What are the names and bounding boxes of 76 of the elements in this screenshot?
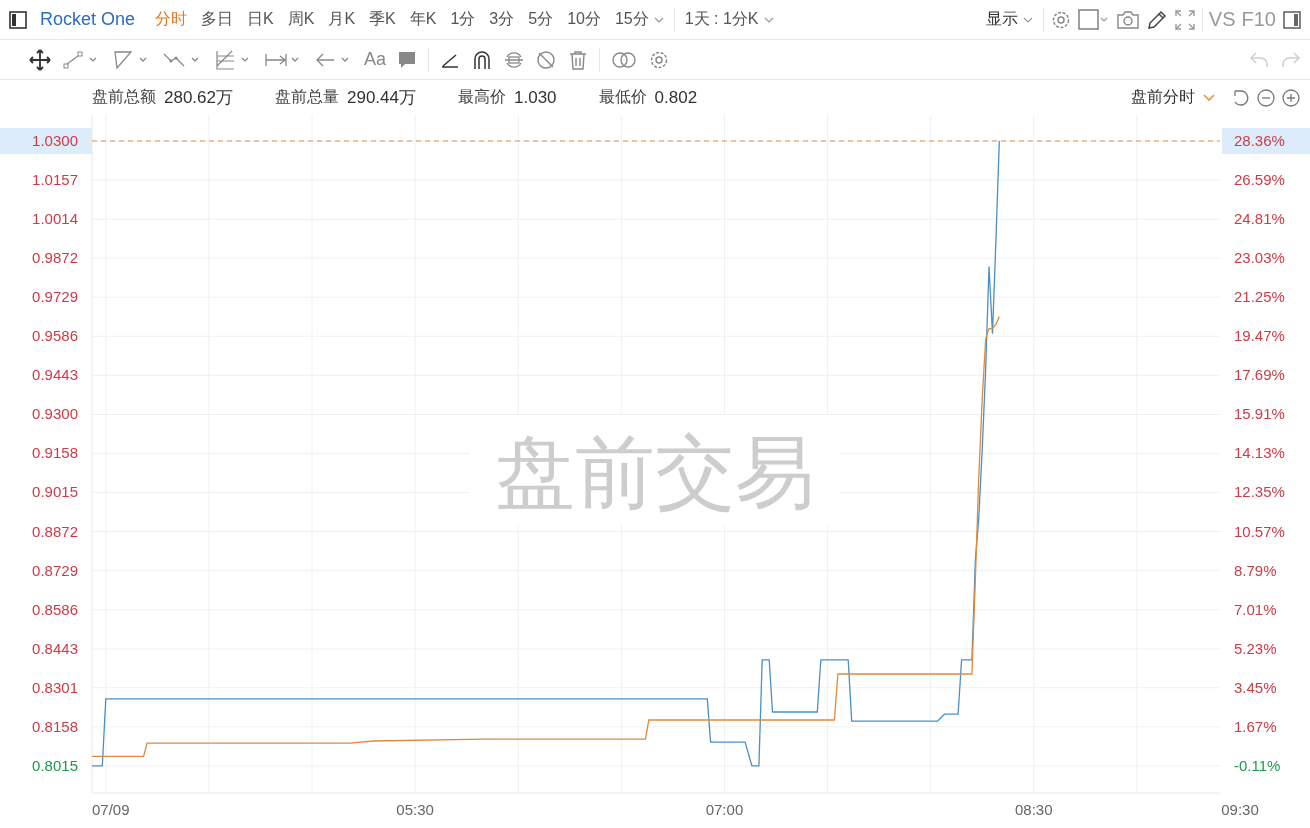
price-axis-label: 0.9729 (32, 288, 78, 306)
percent-axis-label: 10.57% (1234, 522, 1285, 540)
text-tool[interactable]: Aa (364, 49, 387, 70)
symbol-name[interactable]: Rocket One (40, 9, 136, 30)
caret-icon (763, 15, 774, 24)
percent-axis-label: 5.23% (1234, 639, 1277, 657)
price-axis-label: 0.9300 (32, 405, 78, 423)
percent-axis-label: 21.25% (1234, 288, 1285, 306)
period-tab[interactable]: 3分 (485, 9, 519, 30)
period-tab[interactable]: 月K (324, 9, 360, 30)
period-tab[interactable]: 日K (243, 9, 278, 30)
price-axis-label: 0.8158 (32, 717, 78, 735)
period-tab[interactable]: 1分 (446, 9, 480, 30)
price-axis-label: 0.9158 (32, 444, 78, 462)
panel-toggle-icon[interactable] (8, 9, 28, 30)
percent-axis-label: 12.35% (1234, 483, 1285, 501)
stat-label: 盘前总额 (92, 87, 156, 107)
percent-axis-label: 26.59% (1234, 171, 1285, 189)
caret-icon (1022, 15, 1033, 24)
period-tab[interactable]: 5分 (524, 9, 558, 30)
move-icon[interactable] (28, 47, 52, 72)
stat-value: 290.44万 (347, 87, 416, 109)
chart-mode-dropdown[interactable]: 盘前分时 (1125, 86, 1221, 109)
percent-axis-label: 8.79% (1234, 561, 1277, 579)
time-axis-label: 08:30 (1015, 801, 1053, 818)
percent-axis-label: 19.47% (1234, 327, 1285, 345)
price-axis-label: 1.0157 (32, 171, 78, 189)
panel-toggle-icon[interactable] (1282, 9, 1302, 30)
price-axis-label: 1.0300 (32, 132, 78, 149)
percent-axis-label: 23.03% (1234, 249, 1285, 267)
caret-icon (1203, 93, 1215, 102)
percent-axis-label: 28.36% (1234, 132, 1285, 149)
time-axis-label: 05:30 (396, 801, 434, 818)
period-tab[interactable]: 10分 (563, 9, 605, 30)
stat-label: 最高价 (458, 87, 506, 107)
fullscreen-icon[interactable] (1173, 8, 1196, 31)
percent-axis-label: 15.91% (1234, 405, 1285, 423)
price-axis-label: 0.9443 (32, 366, 78, 384)
pencil-icon[interactable] (1145, 8, 1168, 31)
price-axis-label: 0.8015 (32, 756, 78, 774)
time-axis-label: 07:00 (705, 801, 744, 818)
price-axis-label: 0.8729 (32, 561, 78, 579)
square-dropdown-icon[interactable] (1077, 8, 1110, 31)
percent-axis-label: 3.45% (1234, 678, 1277, 696)
period-tab[interactable]: 多日 (197, 9, 238, 30)
percent-axis-label: 24.81% (1234, 210, 1285, 228)
percent-axis-label: -0.11% (1234, 756, 1281, 774)
price-axis-label: 1.0014 (32, 210, 78, 228)
display-dropdown[interactable]: 显示 (981, 9, 1037, 30)
stat-value: 280.62万 (164, 87, 233, 109)
percent-axis-label: 17.69% (1234, 366, 1285, 384)
stat-label: 盘前总量 (275, 87, 339, 107)
percent-axis-label: 14.13% (1234, 444, 1285, 462)
period-tab[interactable]: 年K (405, 9, 441, 30)
price-axis-label: 0.8443 (32, 639, 78, 657)
price-axis-label: 0.8301 (32, 678, 78, 696)
time-axis-label: 07/09 (92, 801, 130, 818)
percent-axis-label: 7.01% (1234, 600, 1277, 618)
price-axis-label: 0.9586 (32, 327, 78, 345)
stat-value: 1.030 (514, 87, 557, 108)
stat-value: 0.802 (654, 87, 698, 108)
period-tab[interactable]: 周K (283, 9, 319, 30)
zoom-in-icon[interactable] (1280, 86, 1302, 109)
price-axis-label: 0.9015 (32, 483, 78, 501)
percent-axis-label: 1.67% (1234, 717, 1277, 735)
price-axis-label: 0.8872 (32, 522, 78, 540)
camera-icon[interactable] (1115, 9, 1140, 30)
time-axis-label: 09:30 (1221, 801, 1259, 818)
stat-label: 最低价 (598, 87, 647, 107)
price-axis-label: 0.8586 (32, 600, 78, 618)
zoom-out-icon[interactable] (1255, 86, 1277, 109)
caret-icon (653, 15, 664, 24)
price-axis-label: 0.9872 (32, 249, 78, 267)
range-dropdown[interactable]: 1天 : 1分K (680, 9, 778, 30)
period-tab[interactable]: 季K (365, 9, 400, 30)
period-tab[interactable]: 15分 (610, 9, 668, 30)
